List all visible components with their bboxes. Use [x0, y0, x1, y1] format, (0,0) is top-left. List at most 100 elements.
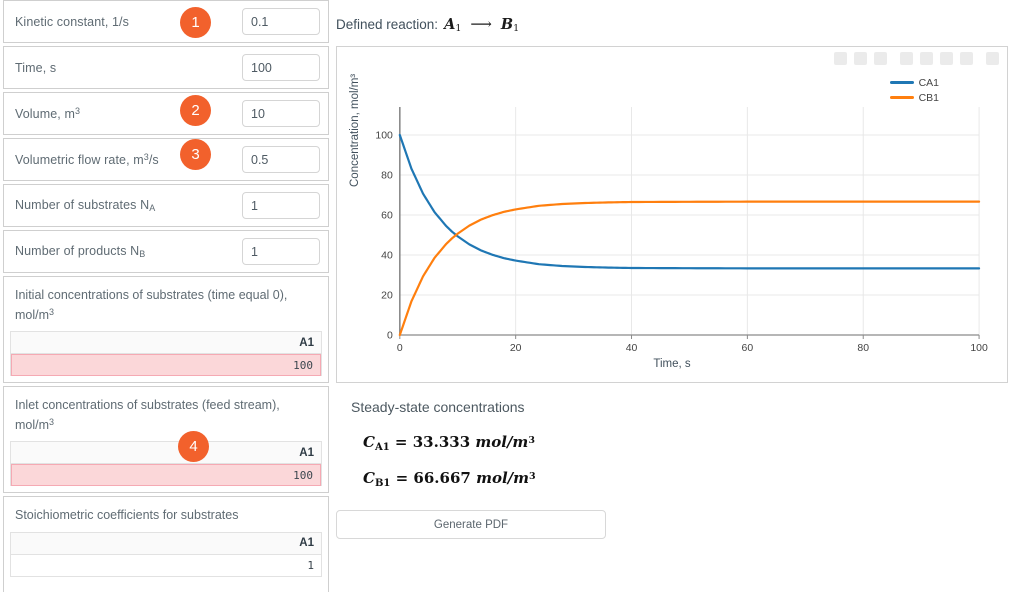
table-header-a1: A1 [299, 336, 314, 349]
badge-marker-3: 3 [180, 139, 211, 170]
table-cell-initial-a1-value: 100 [293, 358, 313, 372]
table-title-stoich-text: Stoichiometric coefficients for substrat… [15, 508, 239, 522]
chart-x-axis-label-text: Time, s [653, 358, 691, 370]
table-cell-inlet-a1-value: 100 [293, 468, 313, 482]
form-label-flow-rate: Volumetric flow rate, m3/s [15, 152, 159, 167]
form-label-number-substrates-sub: A [149, 203, 156, 213]
equation-cb1-value: 66.667 [413, 469, 471, 487]
table-cell-inlet-a1[interactable]: 100 [11, 464, 321, 486]
form-row-kinetic-constant: Kinetic constant, 1/s [3, 0, 329, 43]
input-number-products[interactable] [242, 238, 320, 265]
table-title-inlet-sup: 3 [49, 416, 55, 427]
table-title-inlet-text: Inlet concentrations of substrates (feed… [15, 398, 280, 432]
form-label-volume-text: Volume, m [15, 107, 75, 121]
equation-ca1: CA1 = 33.333 mol/m3 [331, 433, 1024, 453]
svg-text:80: 80 [857, 343, 869, 354]
chart-y-axis-label-text: Concentration, mol/m³ [349, 73, 361, 187]
equation-cb1-sub: B1 [374, 478, 391, 489]
input-number-substrates[interactable] [242, 192, 320, 219]
form-label-volume: Volume, m3 [15, 106, 80, 121]
form-row-flow-rate: Volumetric flow rate, m 3/s [3, 138, 329, 181]
reaction-product: B1 [501, 16, 519, 34]
table-cell-stoich-a1-value: 1 [307, 558, 314, 572]
input-kinetic-constant[interactable] [242, 8, 320, 35]
reaction-product-sub: 1 [513, 23, 520, 34]
app-root: Kinetic constant, 1/s Time, s Volume, m3… [0, 0, 1024, 592]
defined-reaction: Defined reaction: A1 ⟶ B1 [331, 0, 1024, 34]
equation-ca1-units-text: mol/m [475, 433, 529, 451]
svg-text:100: 100 [970, 343, 988, 354]
table-stoich-substrates: Stoichiometric coefficients for substrat… [3, 496, 329, 592]
equation-cb1-units: mol/m3 [476, 469, 536, 487]
table-header-row: A1 [11, 442, 321, 464]
form-row-number-substrates: Number of substrates NA [3, 184, 329, 227]
reaction-reactant-symbol: A [444, 16, 456, 33]
table-header-row: A1 [11, 332, 321, 354]
results-panel: Defined reaction: A1 ⟶ B1 CA1 CB1 0 20 4… [331, 0, 1024, 592]
table-title-initial-sup: 3 [49, 306, 55, 317]
svg-text:0: 0 [387, 330, 393, 341]
table-header-a1: A1 [299, 537, 314, 549]
equation-cb1-units-sup: 3 [529, 471, 536, 482]
equation-cb1-symbol-text: C [363, 469, 375, 487]
svg-text:20: 20 [381, 290, 393, 301]
equation-ca1-symbol: CA1 [363, 433, 390, 453]
reaction-reactant: A1 [444, 16, 461, 34]
form-label-kinetic-constant: Kinetic constant, 1/s [15, 14, 129, 29]
table-cell-stoich-a1[interactable]: 1 [11, 554, 321, 577]
results-heading: Steady-state concentrations [351, 399, 525, 415]
input-flow-rate[interactable] [242, 146, 320, 173]
table-inlet-concentrations: Inlet concentrations of substrates (feed… [3, 386, 329, 493]
badge-marker-2: 2 [180, 95, 211, 126]
form-label-number-substrates: Number of substrates NA [15, 198, 155, 213]
table-title-inlet-concentrations: Inlet concentrations of substrates (feed… [4, 387, 328, 441]
form-label-flow-rate-suffix: /s [148, 153, 159, 167]
svg-text:40: 40 [626, 343, 638, 354]
table-title-initial-concentrations: Initial concentrations of substrates (ti… [4, 277, 328, 331]
form-label-flow-rate-text: Volumetric flow rate, m [15, 153, 144, 167]
reaction-product-symbol: B [500, 16, 514, 33]
svg-text:40: 40 [381, 250, 393, 261]
table-header-row: A1 [11, 532, 321, 555]
svg-text:20: 20 [510, 343, 522, 354]
form-label-number-products-sub: B [139, 249, 146, 259]
input-volume[interactable] [242, 100, 320, 127]
svg-text:0: 0 [397, 343, 403, 354]
badge-marker-1: 1 [180, 7, 211, 38]
form-label-number-substrates-text: Number of substrates N [15, 198, 150, 212]
reaction-arrow-icon: ⟶ [470, 15, 492, 33]
reaction-reactant-sub: 1 [455, 23, 462, 34]
parameters-panel: Kinetic constant, 1/s Time, s Volume, m3… [0, 0, 331, 592]
equation-ca1-units-sup: 3 [528, 435, 535, 446]
plot-svg[interactable]: 0 20 40 60 80 100 0 20 40 60 80 100 [337, 47, 1007, 382]
equation-cb1-units-text: mol/m [476, 469, 530, 487]
svg-text:100: 100 [375, 130, 393, 141]
label-stoich-products: Stoichiometric coefficients for products [4, 583, 328, 592]
input-time[interactable] [242, 54, 320, 81]
table-cell-initial-a1[interactable]: 100 [11, 354, 321, 376]
table-header-a1: A1 [299, 446, 314, 459]
chart-y-axis-label: Concentration, mol/m³ [349, 74, 361, 187]
equation-cb1-operator: = [395, 469, 409, 487]
svg-text:60: 60 [742, 343, 754, 354]
generate-pdf-button[interactable]: Generate PDF [336, 510, 606, 539]
equation-ca1-sub: A1 [374, 442, 390, 453]
equation-ca1-operator: = [394, 433, 408, 451]
defined-reaction-prefix: Defined reaction: [336, 17, 439, 32]
equation-ca1-symbol-text: C [363, 433, 375, 451]
form-row-volume: Volume, m3 [3, 92, 329, 135]
plot-area[interactable]: 0 20 40 60 80 100 0 20 40 60 80 100 [337, 47, 1007, 382]
form-label-volume-sup: 3 [74, 106, 81, 116]
form-label-number-products-text: Number of products N [15, 244, 140, 258]
table-title-initial-text: Initial concentrations of substrates (ti… [15, 288, 288, 322]
equation-cb1-symbol: CB1 [363, 469, 391, 489]
badge-marker-4: 4 [178, 431, 209, 462]
table-initial-concentrations: Initial concentrations of substrates (ti… [3, 276, 329, 383]
equation-ca1-units: mol/m3 [475, 433, 535, 451]
table-title-stoich-substrates: Stoichiometric coefficients for substrat… [4, 497, 328, 532]
chart-x-axis-label: Time, s [337, 358, 1007, 370]
form-row-number-products: Number of products NB [3, 230, 329, 273]
form-row-time: Time, s [3, 46, 329, 89]
form-label-number-products: Number of products NB [15, 244, 145, 259]
concentration-chart-card: CA1 CB1 0 20 40 60 80 100 0 20 40 60 80 100 Concent… [336, 46, 1008, 383]
